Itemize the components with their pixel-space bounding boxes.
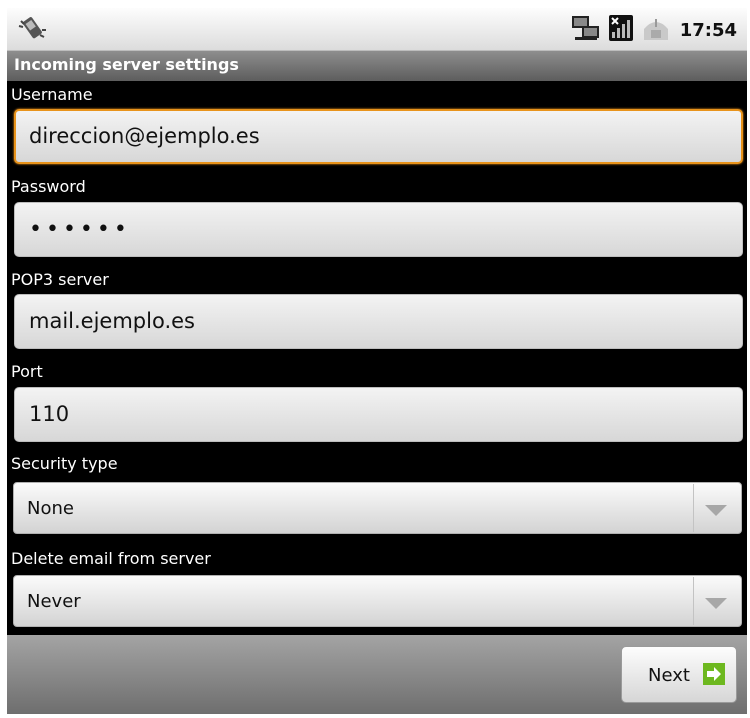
username-field[interactable]: direccion@ejemplo.es (14, 109, 743, 164)
delete-email-value: Never (27, 591, 81, 612)
security-type-label: Security type (11, 454, 118, 473)
clock: 17:54 (679, 19, 737, 41)
page-title: Incoming server settings (14, 55, 239, 74)
next-button[interactable]: Next (621, 646, 737, 703)
port-label: Port (11, 362, 43, 381)
delete-email-select[interactable]: Never (13, 575, 742, 627)
username-label: Username (11, 85, 93, 104)
bottom-action-bar: Next (7, 635, 747, 714)
next-arrow-icon (703, 663, 725, 689)
port-field[interactable]: 110 (14, 387, 743, 442)
password-label: Password (11, 177, 86, 196)
pop3-server-field[interactable]: mail.ejemplo.es (14, 294, 743, 349)
network-sync-icon (571, 14, 601, 46)
title-bar: Incoming server settings (7, 51, 747, 81)
password-field[interactable]: •••••• (14, 202, 743, 257)
security-type-value: None (27, 498, 74, 519)
security-type-select[interactable]: None (13, 482, 742, 534)
dropdown-arrow-icon[interactable] (705, 598, 727, 609)
phone-screen: 17:54 Incoming server settings Username … (7, 8, 747, 714)
delete-email-label: Delete email from server (11, 549, 211, 568)
select-divider (693, 577, 694, 625)
pop3-server-label: POP3 server (11, 270, 109, 289)
dropdown-arrow-icon[interactable] (705, 505, 727, 516)
no-sim-signal-icon (608, 14, 634, 46)
status-bar: 17:54 (7, 8, 747, 51)
usb-connection-icon (641, 13, 671, 47)
phone-vibrate-icon (17, 15, 47, 45)
select-divider (693, 484, 694, 532)
next-button-label: Next (648, 665, 690, 686)
